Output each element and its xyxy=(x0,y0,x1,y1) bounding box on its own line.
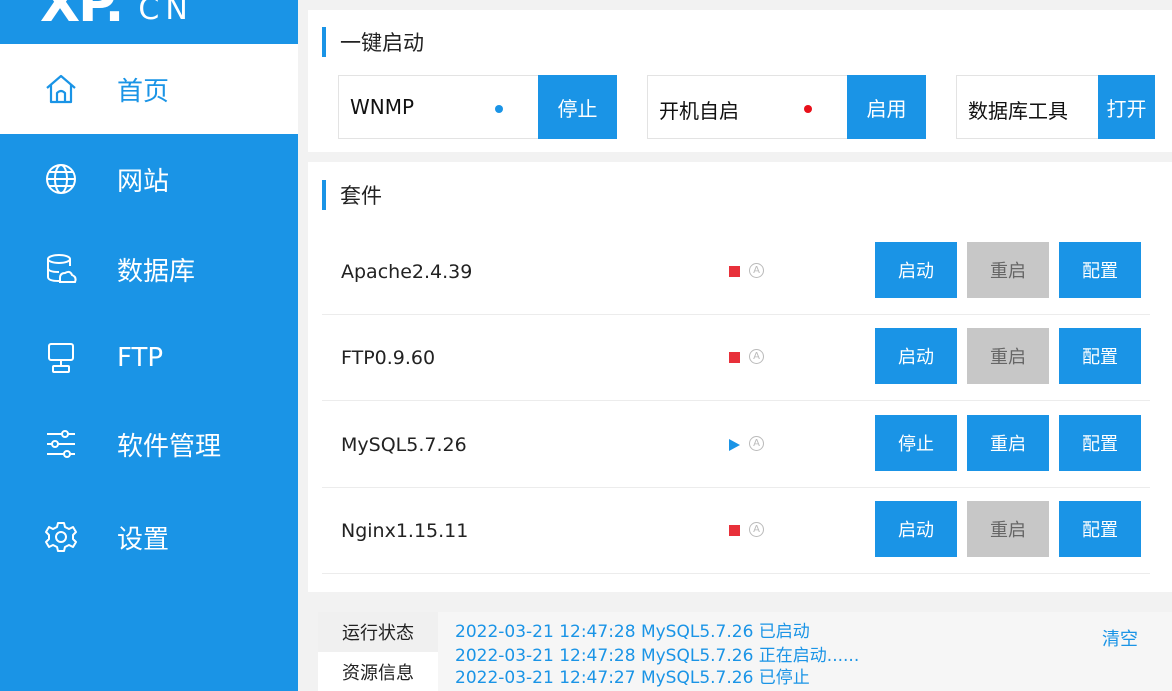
wnmp-stop-button[interactable]: 停止 xyxy=(538,75,617,139)
nginx-restart-button[interactable]: 重启 xyxy=(967,501,1049,557)
suite-row-mysql: MySQL5.7.26 A 停止 重启 配置 xyxy=(322,402,1150,488)
ftp-restart-button[interactable]: 重启 xyxy=(967,328,1049,384)
suite-row-ftp: FTP0.9.60 A 启动 重启 配置 xyxy=(322,315,1150,401)
clear-log-button[interactable]: 清空 xyxy=(1102,625,1138,651)
logo: XP. CN xyxy=(40,0,194,30)
suite-row-nginx: Nginx1.15.11 A 启动 重启 配置 xyxy=(322,488,1150,574)
logo-main: XP. xyxy=(40,0,124,34)
nav-label-home: 首页 xyxy=(117,76,170,107)
nav-item-settings[interactable]: 设置 xyxy=(0,492,298,582)
quickstart-autostart-label: 开机自启 xyxy=(659,99,739,123)
autostart-icon[interactable]: A xyxy=(749,522,764,537)
apache-config-button[interactable]: 配置 xyxy=(1059,242,1141,298)
stopped-icon xyxy=(729,525,740,536)
quickstart-autostart: 开机自启 启用 xyxy=(647,75,926,139)
stopped-icon xyxy=(729,352,740,363)
nav-label-software: 软件管理 xyxy=(117,431,222,462)
mysql-config-button[interactable]: 配置 xyxy=(1059,415,1141,471)
tab-run-status[interactable]: 运行状态 xyxy=(318,612,438,652)
dbtool-open-button[interactable]: 打开 xyxy=(1098,75,1155,139)
autostart-icon[interactable]: A xyxy=(749,349,764,364)
quickstart-title-text: 一键启动 xyxy=(340,31,424,55)
running-icon xyxy=(729,439,740,451)
nginx-start-button[interactable]: 启动 xyxy=(875,501,957,557)
nav-item-software[interactable]: 软件管理 xyxy=(0,399,298,489)
title-accent-bar xyxy=(322,180,326,210)
quickstart-title: 一键启动 xyxy=(322,27,424,57)
nav-label-ftp: FTP xyxy=(117,343,164,373)
quickstart-dbtool: 数据库工具 打开 xyxy=(956,75,1155,139)
suite-row-apache: Apache2.4.39 A 启动 重启 配置 xyxy=(322,229,1150,315)
suite-name: Nginx1.15.11 xyxy=(341,520,469,542)
wnmp-status-dot xyxy=(495,105,503,113)
gear-icon xyxy=(44,520,78,554)
log-panel: 运行状态 资源信息 2022-03-21 12:47:28 MySQL5.7.2… xyxy=(318,612,1172,691)
nav-item-home[interactable]: 首页 xyxy=(0,44,298,134)
nav-label-settings: 设置 xyxy=(117,524,170,555)
quickstart-dbtool-label: 数据库工具 xyxy=(968,99,1068,123)
apache-restart-button[interactable]: 重启 xyxy=(967,242,1049,298)
ftp-start-button[interactable]: 启动 xyxy=(875,328,957,384)
autostart-icon[interactable]: A xyxy=(749,436,764,451)
mysql-stop-button[interactable]: 停止 xyxy=(875,415,957,471)
nav-item-database[interactable]: 数据库 xyxy=(0,224,298,314)
ftp-icon xyxy=(44,341,78,375)
ftp-config-button[interactable]: 配置 xyxy=(1059,328,1141,384)
database-icon xyxy=(44,252,78,286)
suite-name: FTP0.9.60 xyxy=(341,347,436,369)
tab-resource-info[interactable]: 资源信息 xyxy=(318,652,438,691)
suite-title-text: 套件 xyxy=(340,184,382,208)
logo-sub: CN xyxy=(138,0,194,27)
title-accent-bar xyxy=(322,27,326,57)
quickstart-wnmp-label: WNMP xyxy=(350,95,415,119)
suite-title: 套件 xyxy=(322,180,382,210)
autostart-status-dot xyxy=(804,105,812,113)
sidebar: XP. CN 首页 网站 数据库 FTP 软件管理 设置 xyxy=(0,0,298,691)
globe-icon xyxy=(44,162,78,196)
home-icon xyxy=(44,72,78,106)
log-line: 2022-03-21 12:47:28 MySQL5.7.26 正在启动....… xyxy=(455,646,860,666)
sliders-icon xyxy=(44,427,78,461)
autostart-enable-button[interactable]: 启用 xyxy=(847,75,926,139)
autostart-icon[interactable]: A xyxy=(749,263,764,278)
log-line: 2022-03-21 12:47:27 MySQL5.7.26 已停止 xyxy=(455,668,810,688)
stopped-icon xyxy=(729,266,740,277)
nav-item-website[interactable]: 网站 xyxy=(0,134,298,224)
quickstart-wnmp: WNMP 停止 xyxy=(338,75,617,139)
mysql-restart-button[interactable]: 重启 xyxy=(967,415,1049,471)
nav-label-database: 数据库 xyxy=(117,256,196,287)
suite-name: MySQL5.7.26 xyxy=(341,434,467,456)
suite-name: Apache2.4.39 xyxy=(341,261,473,283)
apache-start-button[interactable]: 启动 xyxy=(875,242,957,298)
nginx-config-button[interactable]: 配置 xyxy=(1059,501,1141,557)
log-line: 2022-03-21 12:47:28 MySQL5.7.26 已启动 xyxy=(455,622,810,642)
nav-label-website: 网站 xyxy=(117,166,170,197)
nav-item-ftp[interactable]: FTP xyxy=(0,313,298,403)
